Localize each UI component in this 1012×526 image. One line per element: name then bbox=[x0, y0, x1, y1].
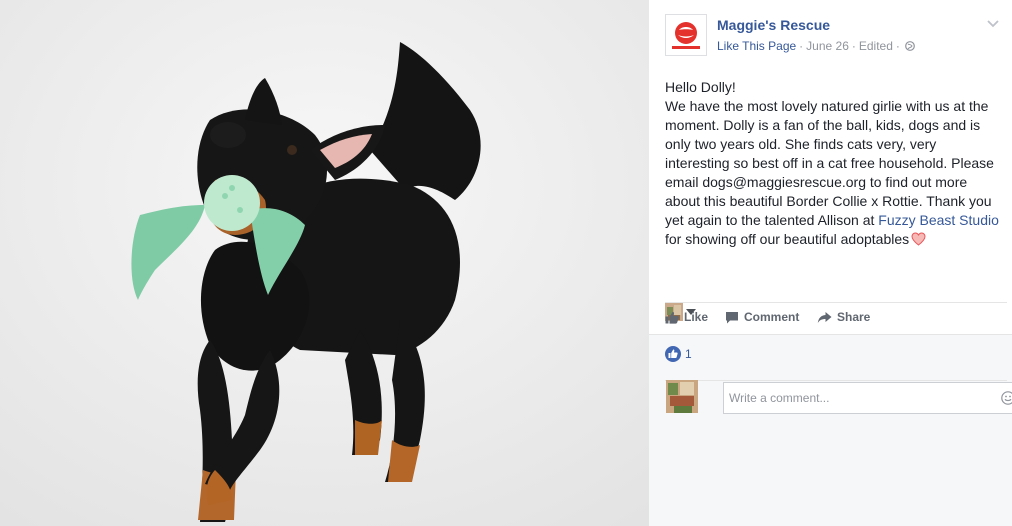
chevron-down-icon[interactable] bbox=[986, 16, 1000, 30]
maggies-rescue-logo-icon bbox=[672, 22, 700, 49]
fuzzy-beast-link[interactable]: Fuzzy Beast Studio bbox=[878, 212, 999, 228]
meta-separator: · bbox=[799, 39, 804, 53]
post-date[interactable]: June 26 bbox=[806, 39, 849, 53]
post-actions-bar: Like Comment Share bbox=[665, 302, 1007, 333]
post-header: Maggie's Rescue Like This Page · June 26 · E… bbox=[665, 14, 1002, 58]
like-page-link[interactable]: Like This Page bbox=[717, 39, 796, 53]
like-label: Like bbox=[684, 310, 709, 324]
edited-label[interactable]: Edited bbox=[859, 39, 893, 53]
post-side-panel: Maggie's Rescue Like This Page · June 26 · E… bbox=[649, 0, 1012, 526]
comment-label: Comment bbox=[744, 310, 800, 324]
reactions-summary[interactable]: 1 bbox=[665, 346, 692, 362]
like-reaction-icon bbox=[665, 346, 681, 362]
like-button[interactable]: Like bbox=[665, 310, 708, 324]
comment-box bbox=[723, 382, 1012, 414]
smiley-icon[interactable] bbox=[1001, 391, 1012, 405]
meta-separator: · bbox=[851, 39, 856, 53]
comment-button[interactable]: Comment bbox=[725, 310, 799, 324]
page-name[interactable]: Maggie's Rescue bbox=[717, 17, 830, 33]
reaction-count: 1 bbox=[685, 347, 692, 361]
post-meta: Like This Page · June 26 · Edited · bbox=[717, 39, 915, 53]
share-icon bbox=[817, 311, 832, 323]
feedback-section: 1 bbox=[649, 334, 1012, 526]
post-greeting: Hello Dolly! bbox=[665, 79, 736, 95]
page-avatar[interactable] bbox=[665, 14, 707, 56]
heart-icon bbox=[911, 232, 926, 246]
commenter-avatar[interactable] bbox=[666, 380, 698, 413]
comment-input[interactable] bbox=[724, 383, 994, 413]
globe-icon bbox=[905, 41, 915, 51]
post-photo[interactable] bbox=[0, 0, 649, 526]
share-button[interactable]: Share bbox=[817, 310, 870, 324]
thumbs-up-icon bbox=[665, 311, 679, 324]
comment-icon bbox=[726, 311, 738, 323]
share-label: Share bbox=[837, 310, 871, 324]
comment-composer bbox=[665, 380, 1012, 416]
post-paragraph: We have the most lovely natured girlie w… bbox=[665, 97, 1001, 249]
meta-separator: · bbox=[895, 39, 900, 53]
dog-photo-image bbox=[0, 0, 649, 526]
post-main-text: We have the most lovely natured girlie w… bbox=[665, 98, 994, 228]
post-tail-text: for showing off our beautiful adoptables bbox=[665, 231, 910, 247]
feedback-divider bbox=[649, 334, 1012, 335]
post-text: Hello Dolly! We have the most lovely nat… bbox=[665, 78, 1001, 249]
